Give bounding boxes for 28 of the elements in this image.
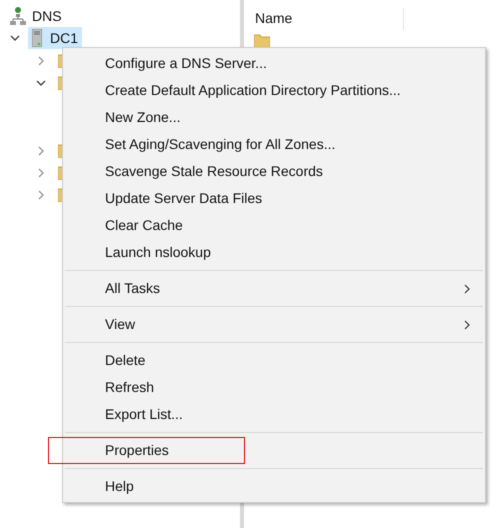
menu-item[interactable]: Clear Cache [63, 212, 485, 239]
menu-item[interactable]: All Tasks [63, 275, 485, 302]
menu-item[interactable]: Scavenge Stale Resource Records [63, 158, 485, 185]
server-icon [32, 29, 42, 47]
column-header[interactable]: Name [254, 8, 404, 30]
menu-item[interactable]: View [63, 311, 485, 338]
chevron-down-icon[interactable] [10, 33, 20, 43]
menu-item[interactable]: Export List... [63, 401, 485, 428]
menu-item[interactable]: Refresh [63, 374, 485, 401]
menu-item[interactable]: Configure a DNS Server... [63, 50, 485, 77]
menu-item[interactable]: Help [63, 473, 485, 500]
menu-item[interactable]: New Zone... [63, 104, 485, 131]
menu-item[interactable]: Delete [63, 347, 485, 374]
chevron-right-icon [463, 320, 471, 330]
tree-item[interactable]: DC1 [28, 27, 82, 49]
menu-item[interactable]: Create Default Application Directory Partitions... [63, 77, 485, 104]
menu-item[interactable]: Properties [48, 437, 245, 464]
network-icon [10, 7, 26, 25]
chevron-down-icon[interactable] [36, 78, 46, 88]
menu-item[interactable]: Update Server Data Files [63, 185, 485, 212]
tree-root-label[interactable]: DNS [32, 6, 62, 26]
chevron-right-icon[interactable] [36, 56, 46, 66]
chevron-right-icon[interactable] [36, 190, 46, 200]
menu-item[interactable]: Set Aging/Scavenging for All Zones... [63, 131, 485, 158]
chevron-right-icon[interactable] [36, 146, 46, 156]
chevron-right-icon [463, 284, 471, 294]
menu-item[interactable]: Launch nslookup [63, 239, 485, 266]
chevron-right-icon[interactable] [36, 168, 46, 178]
